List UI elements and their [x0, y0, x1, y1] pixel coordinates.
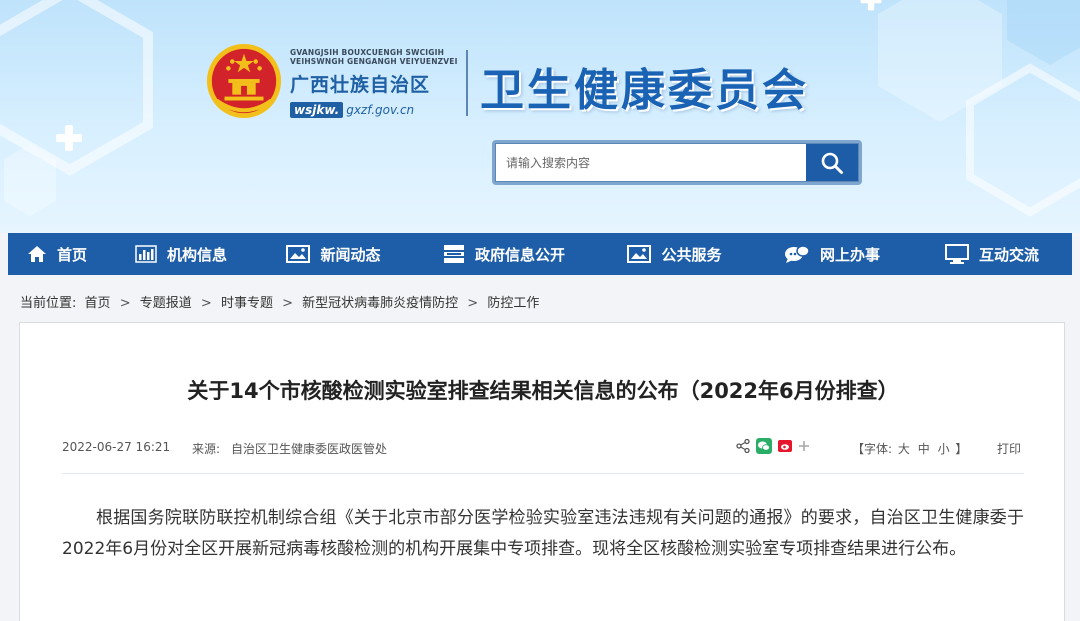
breadcrumb-item[interactable]: 首页 [85, 296, 111, 311]
nav-item-interaction[interactable]: 互动交流 [912, 233, 1072, 275]
weibo-icon[interactable] [778, 440, 792, 452]
nav-label: 互动交流 [978, 245, 1039, 264]
picture-icon [286, 245, 311, 263]
site-url[interactable]: wsjkw. gxzf.gov.cn [290, 102, 460, 118]
hexagon-decoration [966, 63, 1080, 217]
breadcrumb-separator: > [119, 296, 131, 311]
search-icon [821, 152, 843, 174]
government-name-block: GVANGJSIH BOUXCUENGH SWCIGIH VEIHSWNGH G… [290, 48, 460, 118]
share-icon[interactable] [736, 439, 750, 453]
font-size-small[interactable]: 小 [938, 442, 950, 456]
font-size-medium[interactable]: 中 [918, 442, 930, 456]
breadcrumb-item[interactable]: 防控工作 [487, 296, 539, 311]
national-emblem-icon [206, 43, 282, 119]
more-icon[interactable] [798, 440, 810, 452]
font-size-selector: 【字体: 大 中 小 】 [852, 440, 967, 457]
source-label: 来源: [192, 442, 221, 456]
search-inner [495, 143, 859, 182]
nav-item-home[interactable]: 首页 [8, 233, 106, 275]
search-button[interactable] [806, 144, 858, 181]
org-title: 卫生健康委员会 [480, 65, 809, 116]
gov-name: 广西壮族自治区 [290, 74, 431, 96]
breadcrumb: 当前位置: 首页 > 专题报道 > 时事专题 > 新型冠状病毒肺炎疫情防控 > … [0, 292, 1080, 311]
meta-divider [62, 473, 1024, 474]
monitor-icon [944, 244, 969, 264]
nav-label: 公共服务 [661, 245, 722, 264]
nav-label: 网上办事 [819, 245, 880, 264]
chat-icon [784, 245, 810, 263]
plus-decoration [56, 125, 82, 151]
site-url-prefix: wsjkw. [290, 102, 344, 118]
nav-item-gov-info[interactable]: 政府信息公开 [411, 233, 597, 275]
breadcrumb-item[interactable]: 专题报道 [140, 296, 192, 311]
article-title: 关于14个市核酸检测实验室排查结果相关信息的公布（2022年6月份排查） [187, 379, 899, 403]
breadcrumb-item[interactable]: 时事专题 [221, 296, 273, 311]
search-box [492, 140, 862, 185]
publish-date: 2022-06-27 16:21 [62, 440, 171, 454]
header-banner: GVANGJSIH BOUXCUENGH SWCIGIH VEIHSWNGH G… [0, 0, 1080, 233]
list-icon [443, 245, 464, 263]
article-body: 根据国务院联防联控机制综合组《关于北京市部分医学检验实验室违法违规有关问题的通报… [62, 508, 1024, 559]
hexagon-decoration [1007, 0, 1080, 65]
gov-latin-line-2: VEIHSWNGH GENGANGH VEIYUENZVEI [290, 57, 458, 66]
breadcrumb-separator: > [467, 296, 479, 311]
gov-latin-line-1: GVANGJSIH BOUXCUENGH SWCIGIH [290, 48, 445, 57]
nav-item-news[interactable]: 新闻动态 [256, 233, 411, 275]
nav-item-online-services[interactable]: 网上办事 [752, 233, 912, 275]
plus-decoration [860, 0, 882, 11]
nav-label: 首页 [56, 245, 87, 264]
breadcrumb-separator: > [282, 296, 293, 311]
nav-label: 政府信息公开 [474, 245, 565, 264]
share-tools [736, 438, 810, 454]
hexagon-decoration [4, 144, 56, 216]
print-link[interactable]: 打印 [997, 440, 1021, 457]
breadcrumb-item[interactable]: 新型冠状病毒肺炎疫情防控 [302, 296, 458, 311]
search-input[interactable] [496, 144, 806, 181]
font-size-label-close: 】 [955, 442, 968, 456]
site-url-suffix: gxzf.gov.cn [346, 103, 415, 117]
font-size-large[interactable]: 大 [898, 442, 910, 456]
font-size-label-open: 【字体: [852, 442, 893, 456]
article-card: 关于14个市核酸检测实验室排查结果相关信息的公布（2022年6月份排查） 202… [19, 322, 1065, 621]
main-nav: 首页 机构信息 新闻动态 政府信息公开 公共服务 网上办事 互动交流 [8, 233, 1072, 275]
nav-label: 新闻动态 [320, 245, 381, 264]
home-icon [27, 246, 46, 262]
bar-chart-icon [135, 245, 157, 263]
breadcrumb-prefix: 当前位置: [20, 296, 77, 311]
nav-label: 机构信息 [166, 245, 227, 264]
nav-item-public-service[interactable]: 公共服务 [597, 233, 752, 275]
wechat-icon[interactable] [756, 438, 772, 454]
article-meta: 2022-06-27 16:21 来源: 自治区卫生健康委医政医管处 【字体: … [62, 438, 1024, 460]
breadcrumb-separator: > [200, 296, 212, 311]
source-value: 自治区卫生健康委医政医管处 [231, 442, 388, 456]
header-divider [466, 50, 468, 116]
nav-item-org-info[interactable]: 机构信息 [106, 233, 256, 275]
picture-icon [627, 245, 652, 263]
